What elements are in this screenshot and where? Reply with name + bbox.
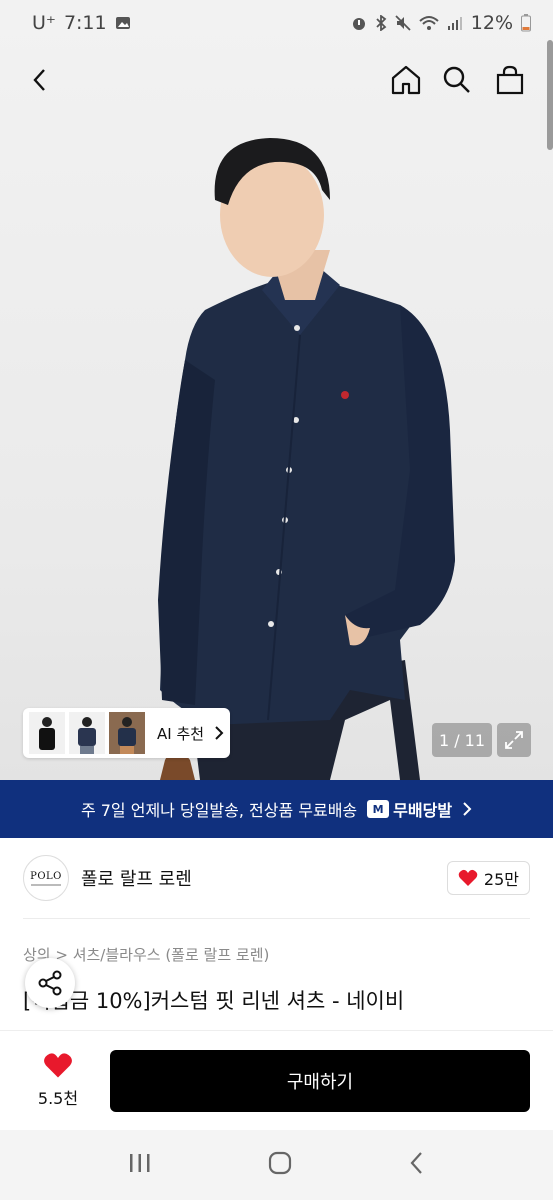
brand-logo-text: POLO [30, 870, 62, 882]
image-page-counter: 1 / 11 [432, 723, 492, 757]
brand-like-button[interactable]: 25만 [446, 861, 530, 895]
chevron-right-icon [215, 726, 224, 740]
product-image-carousel[interactable] [0, 0, 553, 780]
bottom-action-bar: 5.5천 구매하기 [0, 1030, 553, 1130]
heart-icon [458, 869, 478, 886]
shipping-truck-icon: M [367, 800, 390, 818]
heart-icon [44, 1053, 72, 1078]
chevron-right-icon [463, 802, 472, 816]
brand-row: POLO 폴로 랄프 로렌 25만 [0, 838, 553, 918]
free-shipping-badge: M 무배당발 [367, 797, 452, 821]
recent-apps-icon [130, 1154, 150, 1172]
brand-like-count: 25만 [483, 870, 519, 889]
brand-logo[interactable]: POLO [23, 855, 69, 901]
product-photo [158, 138, 455, 780]
recommendation-thumbnail[interactable] [69, 712, 105, 754]
search-button[interactable] [437, 60, 477, 100]
recommendation-thumbnail[interactable] [29, 712, 65, 754]
wishlist-count: 5.5천 [37, 1089, 79, 1108]
share-icon [38, 970, 62, 996]
gallery-notification-icon [115, 15, 131, 31]
wishlist-button[interactable]: 5.5천 [23, 1052, 93, 1109]
battery-icon [521, 14, 531, 32]
divider [23, 918, 530, 919]
home-circle-icon [269, 1151, 292, 1175]
status-bar: U⁺ 7:11 12% [0, 0, 553, 46]
shopping-bag-icon [496, 65, 524, 95]
back-button[interactable] [20, 60, 60, 100]
wifi-icon [419, 15, 439, 31]
ai-recommendation-strip[interactable]: AI 추천 [23, 708, 231, 758]
ai-recommend-label: AI 추천 [157, 724, 205, 743]
system-navigation-bar [0, 1130, 553, 1200]
top-navigation [0, 50, 553, 110]
buy-button[interactable]: 구매하기 [110, 1049, 530, 1112]
product-title: [적립금 10%]커스텀 핏 리넨 셔츠 - 네이비 [23, 989, 405, 1013]
shipping-banner[interactable]: 주 7일 언제나 당일발송, 전상품 무료배송 M 무배당발 [0, 780, 553, 838]
clock: 7:11 [63, 12, 107, 34]
bluetooth-icon [375, 15, 387, 31]
alarm-icon [351, 15, 367, 31]
home-button[interactable] [386, 60, 426, 100]
battery-percent: 12% [470, 12, 513, 34]
mute-icon [395, 15, 411, 31]
share-button[interactable] [25, 958, 75, 1008]
back-nav-button[interactable] [409, 1151, 425, 1179]
back-chevron-icon [410, 1152, 422, 1174]
free-shipping-badge-text: 무배당발 [393, 801, 453, 820]
recommendation-thumbnail[interactable] [109, 712, 145, 754]
home-icon [391, 65, 421, 95]
shipping-banner-text: 주 7일 언제나 당일발송, 전상품 무료배송 [80, 801, 358, 820]
signal-icon [447, 15, 463, 31]
expand-image-button[interactable] [497, 723, 531, 757]
carrier-label: U⁺ [32, 12, 56, 34]
expand-icon [505, 731, 523, 749]
brand-name[interactable]: 폴로 랄프 로렌 [81, 865, 447, 891]
search-icon [443, 66, 470, 93]
recent-apps-button[interactable] [128, 1152, 152, 1178]
home-nav-button[interactable] [268, 1151, 292, 1179]
back-arrow-icon [33, 69, 45, 91]
cart-button[interactable] [490, 60, 530, 100]
